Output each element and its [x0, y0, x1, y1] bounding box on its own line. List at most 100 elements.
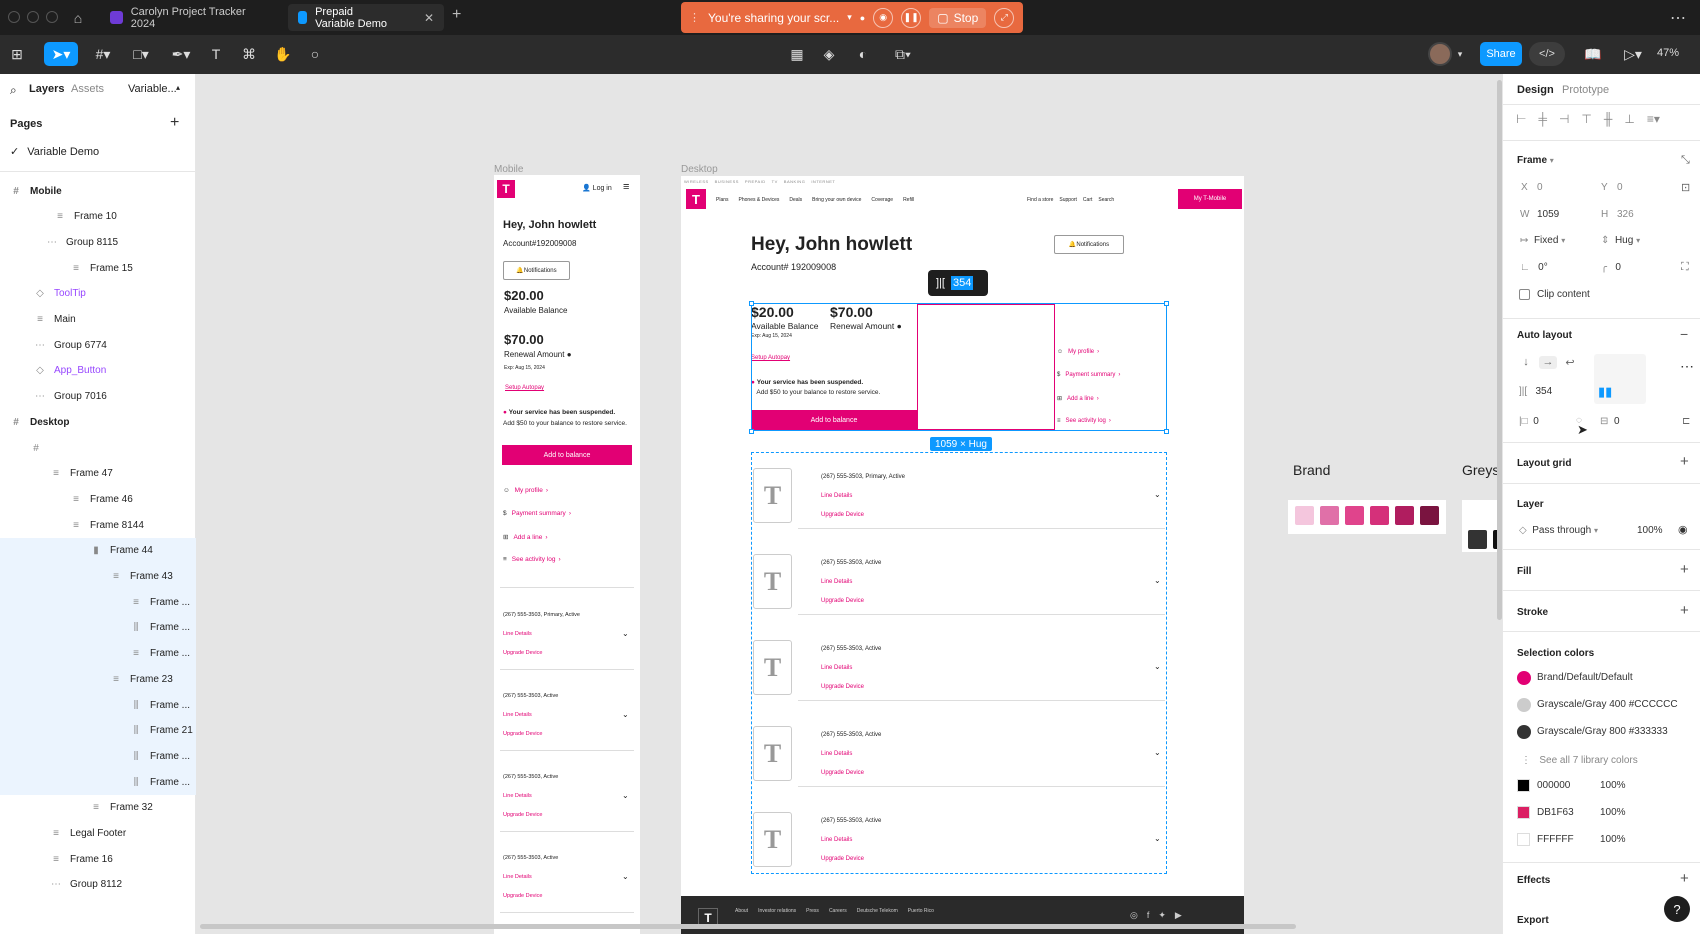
facebook-icon[interactable]: f — [1147, 910, 1150, 921]
remove-auto-layout-icon[interactable]: − — [1680, 326, 1688, 342]
tab-layers[interactable]: Layers — [29, 83, 64, 95]
add-effect-icon[interactable]: + — [1680, 870, 1689, 887]
color-opacity[interactable]: 100% — [1600, 807, 1626, 818]
line-details-link[interactable]: Line Details — [503, 793, 532, 799]
main-menu-icon[interactable]: ⊞ — [6, 42, 28, 66]
distribute-icon[interactable]: ≡▾ — [1647, 112, 1660, 126]
color-opacity[interactable]: 100% — [1600, 834, 1626, 845]
radius-input[interactable]: ╭ 0 — [1601, 262, 1621, 273]
brand-color-swatch[interactable] — [1320, 506, 1339, 525]
add-page-icon[interactable]: + — [170, 114, 179, 132]
layer-row[interactable]: # Desktop — [0, 409, 196, 435]
present-icon[interactable]: ▷▾ — [1618, 42, 1648, 66]
line-details-link[interactable]: Line Details — [821, 837, 852, 843]
layer-row[interactable]: ≡ Frame 15 — [0, 255, 196, 281]
resize-handle[interactable] — [1164, 429, 1169, 434]
avatar[interactable] — [1428, 42, 1452, 66]
color-swatch[interactable] — [1517, 833, 1530, 846]
individual-padding-icon[interactable]: ⊏ — [1682, 416, 1690, 427]
frame-label-desktop[interactable]: Desktop — [681, 164, 718, 175]
align-left-icon[interactable]: ⊢ — [1516, 112, 1526, 126]
upgrade-device-link[interactable]: Upgrade Device — [821, 512, 864, 518]
share-button[interactable]: Share — [1480, 42, 1522, 66]
layer-row[interactable]: ≡ Legal Footer — [0, 821, 196, 847]
tab-prepaid-demo[interactable]: Prepaid Variable Demo ✕ — [288, 4, 444, 31]
top-link[interactable]: BUSINESS — [715, 179, 739, 184]
chevron-down-icon[interactable]: ⌄ — [1154, 834, 1161, 843]
search-icon[interactable]: ⌕ — [10, 83, 17, 98]
align-bottom-icon[interactable]: ⊥ — [1624, 112, 1634, 126]
width-mode-select[interactable]: ↦ Fixed ▾ — [1520, 235, 1565, 246]
height-input[interactable]: 326 — [1617, 209, 1634, 220]
footer-link[interactable]: Press — [806, 908, 819, 914]
vertical-padding-input[interactable]: ⊟ 0 — [1600, 416, 1620, 427]
constraints-icon[interactable]: ⊡ — [1681, 181, 1690, 194]
move-tool-icon[interactable]: ➤▾ — [44, 42, 78, 66]
grip-icon[interactable]: ⋮ — [689, 11, 700, 24]
chevron-down-icon[interactable]: ⌄ — [1154, 490, 1161, 499]
twitter-icon[interactable]: ✦ — [1158, 910, 1166, 921]
frame-label-mobile[interactable]: Mobile — [494, 164, 523, 175]
line-details-link[interactable]: Line Details — [821, 665, 852, 671]
stop-button[interactable]: ▢ Stop — [929, 7, 987, 28]
footer-link[interactable]: Puerto Rico — [908, 908, 934, 914]
layer-row[interactable]: ⋯ Group 8112 — [0, 872, 196, 898]
color-swatch[interactable] — [1517, 806, 1530, 819]
expand-icon[interactable]: ⤢ — [994, 7, 1015, 28]
home-icon[interactable]: ⌂ — [64, 6, 92, 30]
layer-row[interactable]: ≡ Main — [0, 307, 196, 333]
upgrade-device-link[interactable]: Upgrade Device — [503, 731, 542, 737]
page-variable-demo[interactable]: ✓ Variable Demo — [10, 145, 99, 158]
horizontal-padding-input[interactable]: |□ 0 — [1519, 416, 1539, 427]
see-all-colors-link[interactable]: ⋮ See all 7 library colors — [1521, 755, 1638, 766]
independent-corners-icon[interactable]: ⛶ — [1681, 261, 1689, 274]
align-top-icon[interactable]: ⊤ — [1581, 112, 1591, 126]
layer-row[interactable]: ▮ Frame 44 — [0, 537, 196, 564]
boolean-icon[interactable]: ⧉▾ — [886, 42, 920, 66]
selection-color-name[interactable]: Grayscale/Gray 400 #CCCCCC — [1537, 699, 1678, 710]
wrap-icon[interactable]: ↩ — [1561, 356, 1579, 369]
tab-design[interactable]: Design — [1517, 84, 1554, 96]
chevron-up-icon[interactable]: ▴ — [176, 83, 180, 92]
top-link[interactable]: PREPAID — [745, 179, 766, 184]
close-icon[interactable]: ✕ — [424, 11, 434, 25]
help-button[interactable]: ? — [1664, 896, 1690, 922]
selection-color-name[interactable]: Brand/Default/Default — [1537, 672, 1633, 683]
layer-row[interactable]: ⋯ Group 6774 — [0, 332, 196, 358]
nav-right-item[interactable]: Find a store — [1027, 197, 1053, 203]
brand-color-swatch[interactable] — [1370, 506, 1389, 525]
gap-input[interactable]: ]|[ 354 — [1519, 386, 1552, 397]
x-input[interactable]: 0 — [1537, 182, 1543, 193]
y-input[interactable]: 0 — [1617, 182, 1623, 193]
window-controls[interactable] — [8, 11, 58, 23]
horizontal-scrollbar[interactable] — [200, 924, 1296, 929]
resize-handle[interactable] — [1164, 301, 1169, 306]
resize-handle[interactable] — [749, 429, 754, 434]
layer-row[interactable]: ⋯ Group 8115 — [0, 229, 196, 255]
line-details-link[interactable]: Line Details — [503, 712, 532, 718]
arrow-right-icon[interactable]: → — [1539, 356, 1557, 369]
chevron-down-icon[interactable]: ⌄ — [1154, 748, 1161, 757]
height-mode-select[interactable]: ⇕ Hug ▾ — [1601, 235, 1640, 246]
resize-to-fit-icon[interactable]: ⤡ — [1681, 154, 1690, 167]
upgrade-device-link[interactable]: Upgrade Device — [821, 598, 864, 604]
tab-prototype[interactable]: Prototype — [1562, 84, 1609, 96]
notifications-button[interactable]: 🔔 Notifications — [503, 261, 570, 280]
new-tab-icon[interactable]: + — [452, 6, 461, 24]
zoom-level[interactable]: 47% — [1657, 47, 1679, 59]
layer-row[interactable]: ≡ Frame 32 — [0, 795, 196, 821]
my-tmobile-button[interactable]: My T-Mobile — [1178, 189, 1242, 209]
layer-row[interactable]: ≡ Frame ... — [0, 589, 196, 616]
width-input[interactable]: 1059 — [1537, 209, 1559, 220]
footer-link[interactable]: Careers — [829, 908, 847, 914]
align-center-v-icon[interactable]: ╫ — [1604, 112, 1613, 126]
mobile-link[interactable]: ☺ My profile › — [503, 487, 548, 494]
brand-color-swatch[interactable] — [1420, 506, 1439, 525]
notifications-button[interactable]: 🔔 Notifications — [1054, 235, 1124, 254]
upgrade-device-link[interactable]: Upgrade Device — [503, 650, 542, 656]
line-details-link[interactable]: Line Details — [503, 631, 532, 637]
components-icon[interactable]: ⌘ — [238, 42, 260, 66]
layer-row[interactable]: ≡ Frame 47 — [0, 461, 196, 487]
line-details-link[interactable]: Line Details — [821, 493, 852, 499]
add-layout-grid-icon[interactable]: + — [1680, 453, 1689, 470]
